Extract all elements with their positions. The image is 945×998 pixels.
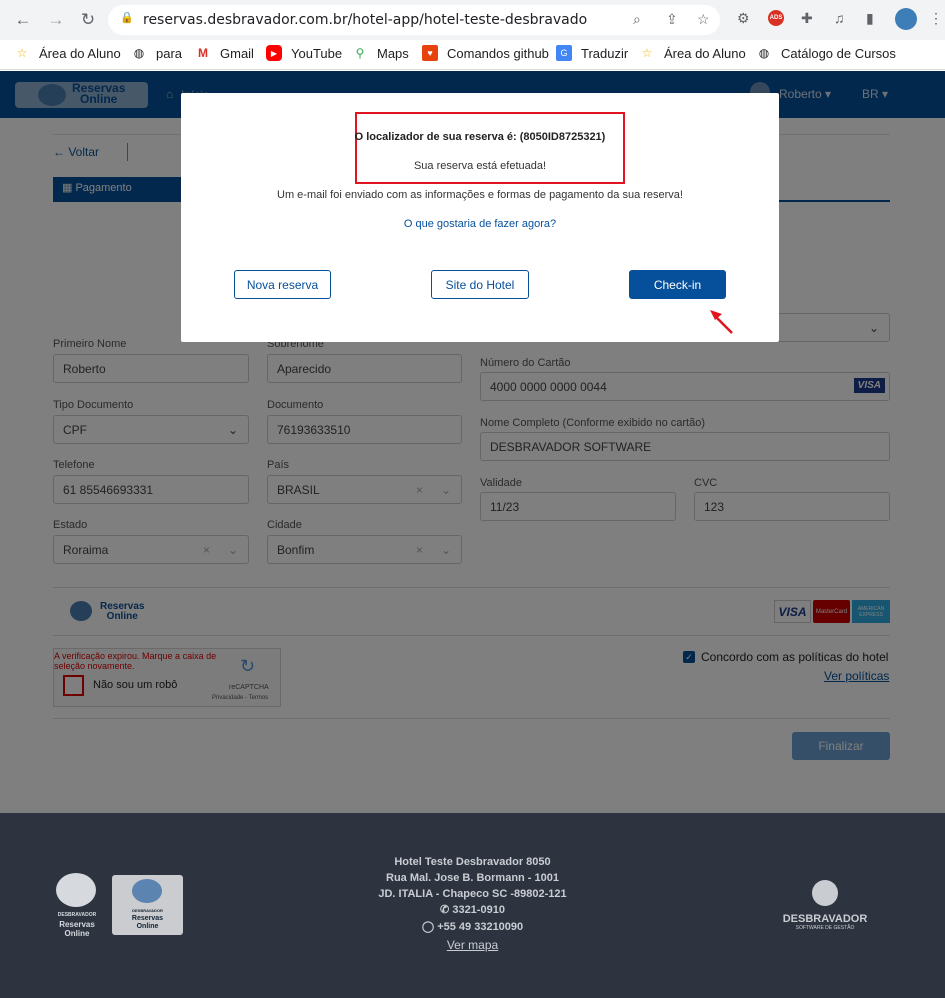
confirmed-text: Sua reserva está efetuada! bbox=[413, 160, 547, 172]
bookmark-item[interactable]: ⚲ Maps bbox=[352, 45, 409, 61]
desbravador-brand: DESBRAVADOR bbox=[782, 913, 868, 925]
puzzle-icon[interactable]: ✚ bbox=[801, 10, 813, 27]
reload-icon[interactable]: ↻ bbox=[77, 9, 99, 31]
red-arrow-annotation bbox=[710, 310, 733, 334]
globe-icon: ◍ bbox=[133, 46, 145, 60]
map-link-row: Ver mapa bbox=[0, 938, 945, 952]
url-text: reservas.desbravador.com.br/hotel-app/ho… bbox=[143, 12, 588, 28]
share-icon[interactable]: ⇪ bbox=[666, 11, 678, 28]
heart-icon: ♥ bbox=[422, 45, 438, 61]
question-text: O que gostaria de fazer agora? bbox=[403, 218, 557, 230]
desbravador-logo-icon bbox=[812, 880, 838, 906]
new-reservation-button[interactable]: Nova reserva bbox=[234, 270, 331, 299]
bookmark-item[interactable]: ♥ Comandos github bbox=[422, 45, 549, 61]
globe-icon: ◍ bbox=[758, 46, 770, 60]
star-icon: ☆ bbox=[641, 46, 653, 60]
star-icon: ☆ bbox=[16, 46, 28, 60]
profile-avatar[interactable] bbox=[895, 8, 917, 30]
desbravador-brand-sub: SOFTWARE DE GESTÃO bbox=[795, 925, 855, 931]
bookmark-item[interactable]: ☆ Área do Aluno bbox=[639, 45, 746, 61]
zoom-icon[interactable]: ⌕ bbox=[633, 11, 641, 28]
lock-icon: 🔒 bbox=[120, 12, 134, 24]
hotel-city: JD. ITALIA - Chapeco SC -89802-121 bbox=[378, 888, 567, 900]
star-icon[interactable]: ☆ bbox=[697, 11, 710, 28]
bookmark-item[interactable]: ☆ Área do Aluno bbox=[14, 45, 121, 61]
locator-text: O localizador de sua reserva é: (8050ID8… bbox=[354, 131, 606, 143]
bookmark-item[interactable]: M Gmail bbox=[195, 45, 254, 61]
highlight-box bbox=[355, 112, 625, 184]
bookmark-item[interactable]: ◍ Catálogo de Cursos bbox=[756, 45, 896, 61]
map-link[interactable]: Ver mapa bbox=[447, 938, 498, 952]
hotel-street: Rua Mal. Jose B. Bormann - 1001 bbox=[386, 872, 559, 884]
browser-toolbar: ← → ↻ 🔒 reservas.desbravador.com.br/hote… bbox=[0, 0, 945, 40]
gmail-icon: M bbox=[198, 46, 208, 60]
bookmark-item[interactable]: ▶ YouTube bbox=[266, 45, 342, 61]
translate-icon: G bbox=[556, 45, 572, 61]
email-info-text: Um e-mail foi enviado com as informações… bbox=[277, 189, 683, 201]
extension-gear-icon[interactable]: ⚙ bbox=[737, 10, 750, 27]
youtube-icon: ▶ bbox=[266, 45, 282, 61]
hotel-name: Hotel Teste Desbravador 8050 bbox=[394, 856, 551, 868]
phone-icon: ✆ bbox=[440, 904, 453, 916]
forward-arrow-icon[interactable]: → bbox=[45, 9, 67, 31]
hotel-site-button[interactable]: Site do Hotel bbox=[431, 270, 529, 299]
media-icon[interactable]: ♫ bbox=[834, 10, 845, 26]
address-bar[interactable]: 🔒 reservas.desbravador.com.br/hotel-app/… bbox=[108, 5, 720, 35]
footer: DESBRAVADOR Reservas Online DESBRAVADOR Res… bbox=[0, 813, 945, 998]
bookmark-item[interactable]: ◍ para bbox=[131, 45, 182, 61]
whatsapp-icon: ◯ bbox=[421, 921, 438, 933]
reservation-confirmed-modal: O localizador de sua reserva é: (8050ID8… bbox=[181, 93, 779, 342]
bookmarks-bar: ☆ Área do Aluno ◍ para M Gmail ▶ YouTube ⚲ Ma… bbox=[0, 40, 945, 70]
checkin-button[interactable]: Check-in bbox=[629, 270, 726, 299]
back-arrow-icon[interactable]: ← bbox=[12, 9, 34, 31]
ads-extension-icon[interactable]: ADS bbox=[768, 10, 784, 26]
menu-dots-icon[interactable]: ⋮ bbox=[929, 10, 943, 27]
bookmark-item[interactable]: G Traduzir bbox=[556, 45, 628, 61]
maps-pin-icon: ⚲ bbox=[355, 46, 365, 60]
side-panel-icon[interactable]: ▮ bbox=[866, 10, 874, 27]
